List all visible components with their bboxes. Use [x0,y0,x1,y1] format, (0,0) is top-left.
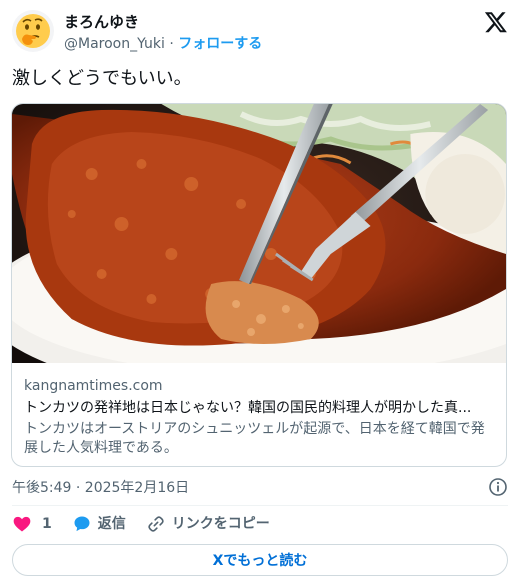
reply-label: 返信 [97,516,126,532]
thinking-face-icon [16,14,50,48]
copy-link-label: リンクをコピー [171,516,270,532]
handle-row: @Maroon_Yuki · フォローする [64,34,262,54]
divider [12,505,508,506]
like-button[interactable]: 1 [12,514,52,534]
action-bar: 1 返信 リンクをコピー [12,512,508,536]
reply-bubble-icon [74,516,90,532]
tweet-header: まろんゆき @Maroon_Yuki · フォローする [12,10,508,54]
display-name[interactable]: まろんゆき [64,12,262,32]
link-description: トンカツはオーストリアのシュニッツェルが起源で、日本を経て韓国で発展した人気料理… [24,421,485,456]
x-logo-icon[interactable] [484,10,508,34]
copy-link-button[interactable]: リンクをコピー [146,514,270,534]
tonkatsu-image [12,104,506,363]
follow-button[interactable]: フォローする [178,36,262,52]
info-icon[interactable] [488,477,508,497]
reply-button[interactable]: 返信 [72,514,126,534]
link-icon [148,516,164,532]
link-domain: kangnamtimes.com [24,378,163,394]
tweet-text: 激しくどうでもいい。 [12,68,192,89]
user-info: まろんゆき @Maroon_Yuki · フォローする [64,12,262,54]
read-more-button[interactable]: Xでもっと読む [12,544,508,576]
timestamp-link[interactable]: 午後5:49 · 2025年2月16日 [12,480,189,496]
link-preview-card[interactable]: kangnamtimes.com トンカツの発祥地は日本じゃない？韓国の国民的料… [11,103,507,467]
user-handle[interactable]: @Maroon_Yuki [64,36,165,52]
link-meta: kangnamtimes.com トンカツの発祥地は日本じゃない？韓国の国民的料… [12,363,506,458]
like-count: 1 [42,516,52,532]
link-title[interactable]: トンカツの発祥地は日本じゃない？韓国の国民的料理人が明かした真... [24,399,494,418]
heart-icon [13,516,31,532]
handle-separator: · [169,36,174,52]
timestamp-row: 午後5:49 · 2025年2月16日 [12,477,508,497]
embedded-tweet: まろんゆき @Maroon_Yuki · フォローする 激しくどうでもいい。 k… [0,0,520,585]
avatar[interactable] [12,10,54,52]
